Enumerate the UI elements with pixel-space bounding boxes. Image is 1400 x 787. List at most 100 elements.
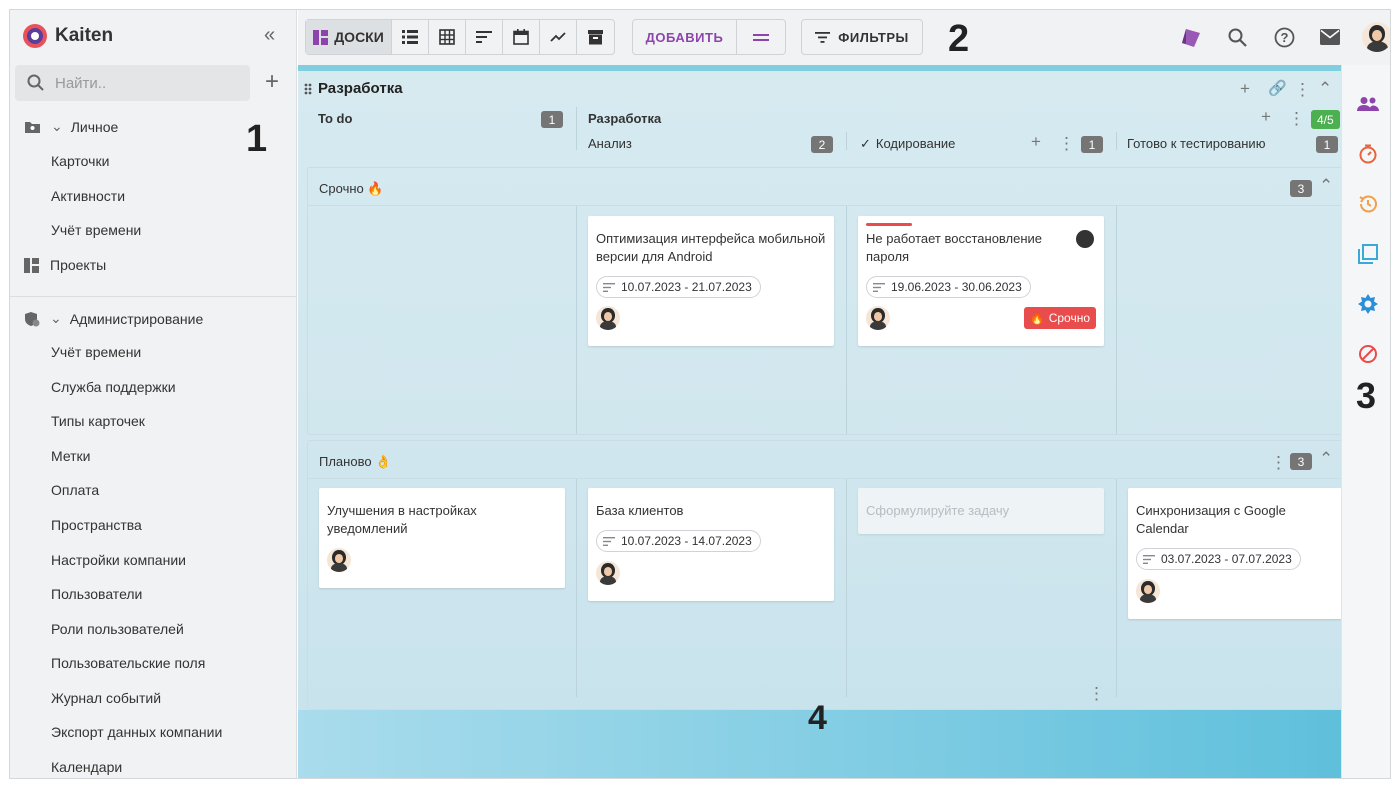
- list-view-button[interactable]: [392, 20, 429, 54]
- card[interactable]: Синхронизация с Google Calendar 03.07.20…: [1128, 488, 1342, 619]
- board-title[interactable]: Разработка: [318, 80, 403, 97]
- date-lines-icon: [873, 282, 885, 292]
- search-icon[interactable]: [1225, 25, 1249, 49]
- sidebar-item-billing[interactable]: Оплата: [51, 482, 99, 498]
- sidebar-item-event-log[interactable]: Журнал событий: [51, 690, 161, 706]
- table-view-button[interactable]: [429, 20, 466, 54]
- tag-label: Срочно: [1048, 311, 1090, 325]
- settings-gear-icon[interactable]: [1356, 292, 1380, 316]
- sidebar-section-personal[interactable]: ⌄ Личное: [24, 118, 118, 135]
- card[interactable]: Улучшения в настройках уведомлений: [319, 488, 565, 588]
- history-icon[interactable]: [1356, 192, 1380, 216]
- timer-icon[interactable]: [1356, 142, 1380, 166]
- more-vert-icon[interactable]: ⋮: [1270, 454, 1287, 471]
- sidebar-item-company-settings[interactable]: Настройки компании: [51, 552, 186, 568]
- archive-button[interactable]: [577, 20, 614, 54]
- card[interactable]: Не работает восстановление пароля 19.06.…: [858, 216, 1104, 346]
- lane-title[interactable]: Планово 👌: [319, 454, 391, 470]
- help-icon[interactable]: ?: [1272, 25, 1296, 49]
- sprint-icon[interactable]: [1179, 25, 1203, 49]
- calendar-view-button[interactable]: [503, 20, 540, 54]
- link-icon[interactable]: 🔗: [1268, 79, 1287, 97]
- add-icon[interactable]: +: [1261, 107, 1271, 127]
- blocked-icon[interactable]: [1356, 342, 1380, 366]
- new-card-input[interactable]: Сформулируйте задачу: [858, 488, 1104, 534]
- add-icon[interactable]: +: [1240, 79, 1250, 99]
- chevron-up-icon[interactable]: ⌃: [1319, 449, 1333, 469]
- team-icon[interactable]: [1356, 92, 1380, 116]
- mail-icon[interactable]: [1318, 25, 1342, 49]
- column-header-analysis[interactable]: Анализ: [588, 136, 632, 151]
- boards-view-button[interactable]: ДОСКИ: [306, 20, 392, 54]
- drag-handle-icon[interactable]: [304, 83, 312, 95]
- card-dates[interactable]: 03.07.2023 - 07.07.2023: [1136, 548, 1301, 570]
- sidebar-item-spaces[interactable]: Пространства: [51, 517, 142, 533]
- sidebar-section-admin[interactable]: ⌄ Администрирование: [24, 310, 203, 327]
- column-divider: [1116, 479, 1117, 697]
- date-lines-icon: [603, 536, 615, 546]
- card-dates[interactable]: 19.06.2023 - 30.06.2023: [866, 276, 1031, 298]
- sidebar-item-tags[interactable]: Метки: [51, 448, 91, 464]
- add-space-button[interactable]: +: [265, 70, 279, 94]
- sidebar-item-card-types[interactable]: Типы карточек: [51, 413, 145, 429]
- chevron-up-icon[interactable]: ⌃: [1318, 79, 1332, 99]
- sidebar-section-projects[interactable]: Проекты: [24, 257, 106, 273]
- sidebar-item-users[interactable]: Пользователи: [51, 586, 142, 602]
- column-divider: [1116, 206, 1117, 434]
- column-header-testing[interactable]: Готово к тестированию: [1127, 136, 1265, 151]
- urgent-tag[interactable]: 🔥 Срочно: [1023, 307, 1096, 329]
- card[interactable]: Оптимизация интерфейса мобильной версии …: [588, 216, 834, 346]
- check-icon: ✓: [860, 136, 871, 151]
- search-input[interactable]: Найти..: [55, 75, 106, 92]
- column-header-todo[interactable]: To do: [318, 111, 352, 126]
- sidebar-item-support[interactable]: Служба поддержки: [51, 379, 176, 395]
- filters-button[interactable]: ФИЛЬТРЫ: [801, 19, 923, 55]
- boards-label: ДОСКИ: [334, 29, 384, 45]
- sidebar-item-custom-fields[interactable]: Пользовательские поля: [51, 655, 205, 671]
- card-dates[interactable]: 10.07.2023 - 14.07.2023: [596, 530, 761, 552]
- lane-count-badge: 3: [1290, 453, 1312, 470]
- chart-view-button[interactable]: [540, 20, 577, 54]
- lane-title[interactable]: Срочно 🔥: [319, 181, 384, 197]
- board-top-strip: [298, 65, 1341, 71]
- sidebar-item-calendars[interactable]: Календари: [51, 759, 122, 775]
- add-menu-button[interactable]: [737, 20, 785, 54]
- table-view-icon: [439, 29, 455, 45]
- sidebar-item-activities[interactable]: Активности: [51, 188, 125, 204]
- copy-icon[interactable]: [1356, 242, 1380, 266]
- boards-icon: [313, 29, 329, 45]
- double-chevron-left-icon[interactable]: «: [264, 24, 275, 47]
- sidebar-item-export[interactable]: Экспорт данных компании: [51, 724, 222, 740]
- card-avatar[interactable]: [1136, 579, 1160, 603]
- chevron-down-icon: ⌄: [51, 118, 63, 134]
- user-avatar[interactable]: [1362, 22, 1390, 52]
- timeline-view-button[interactable]: [466, 20, 503, 54]
- card-avatar[interactable]: [327, 548, 351, 572]
- right-toolbar: 3: [1341, 65, 1390, 778]
- sidebar-section-label: Администрирование: [69, 310, 204, 327]
- list-view-icon: [402, 30, 418, 44]
- more-vert-icon[interactable]: ⋮: [1294, 81, 1311, 98]
- more-vert-icon[interactable]: ⋮: [1058, 135, 1075, 152]
- add-button[interactable]: ДОБАВИТЬ: [633, 20, 737, 54]
- column-count-badge: 1: [541, 111, 563, 128]
- card-dates[interactable]: 10.07.2023 - 21.07.2023: [596, 276, 761, 298]
- card-avatar[interactable]: [866, 306, 890, 330]
- add-icon[interactable]: +: [1031, 132, 1041, 152]
- card[interactable]: База клиентов 10.07.2023 - 14.07.2023: [588, 488, 834, 601]
- card-avatar[interactable]: [596, 561, 620, 585]
- column-header-dev[interactable]: Разработка: [588, 111, 661, 126]
- column-header-coding[interactable]: ✓ Кодирование: [860, 136, 955, 152]
- sidebar-item-admin-time[interactable]: Учёт времени: [51, 344, 141, 360]
- sidebar-item-user-roles[interactable]: Роли пользователей: [51, 621, 184, 637]
- marker-three: 3: [1356, 375, 1377, 416]
- sidebar-item-cards[interactable]: Карточки: [51, 153, 109, 169]
- marker-one: 1: [246, 118, 268, 160]
- column-divider: [576, 107, 577, 150]
- chevron-up-icon[interactable]: ⌃: [1319, 176, 1333, 196]
- card-avatar[interactable]: [596, 306, 620, 330]
- search-field[interactable]: Найти..: [15, 65, 250, 101]
- more-vert-icon[interactable]: ⋮: [1288, 110, 1305, 127]
- sidebar-item-time-tracking[interactable]: Учёт времени: [51, 222, 141, 238]
- more-vert-icon[interactable]: ⋮: [1088, 685, 1105, 702]
